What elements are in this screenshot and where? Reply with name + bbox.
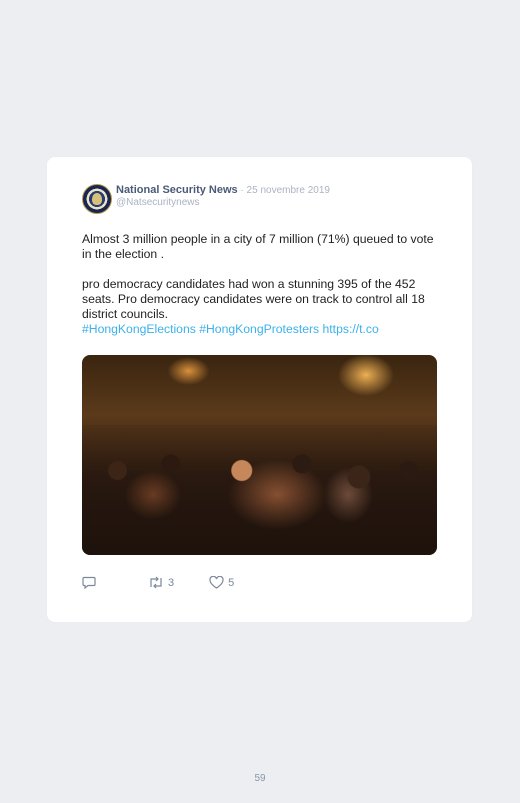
hashtags-link[interactable]: #HongKongElections #HongKongProtesters h… [82, 322, 442, 337]
like-button[interactable]: 5 [209, 576, 234, 589]
avatar[interactable] [82, 184, 112, 214]
tweet-header: National Security News · 25 novembre 201… [82, 184, 330, 214]
tweet-text-line2: pro democracy candidates had won a stunn… [82, 277, 425, 321]
tweet-text: Almost 3 million people in a city of 7 m… [82, 232, 442, 337]
author-name[interactable]: National Security News [116, 184, 238, 196]
retweet-count: 3 [168, 576, 175, 589]
separator: · [237, 185, 247, 196]
crowd-image [82, 425, 437, 555]
heart-icon [209, 576, 224, 589]
tweet-actions: 3 5 [82, 576, 234, 589]
page-number: 59 [254, 773, 266, 784]
author-handle[interactable]: @Natsecuritynews [116, 197, 330, 209]
retweet-icon [150, 576, 162, 589]
author-line: National Security News · 25 novembre 201… [116, 184, 330, 197]
author-block: National Security News · 25 novembre 201… [116, 184, 330, 208]
like-count: 5 [228, 576, 235, 589]
tweet-photo[interactable] [82, 355, 437, 555]
seal-logo-icon [92, 193, 102, 205]
tweet-card: National Security News · 25 novembre 201… [47, 157, 472, 622]
retweet-button[interactable]: 3 [148, 576, 174, 589]
tweet-date[interactable]: 25 novembre 2019 [247, 185, 330, 196]
reply-button[interactable] [82, 576, 98, 589]
reply-icon [82, 576, 96, 589]
tweet-text-line1: Almost 3 million people in a city of 7 m… [82, 232, 434, 261]
